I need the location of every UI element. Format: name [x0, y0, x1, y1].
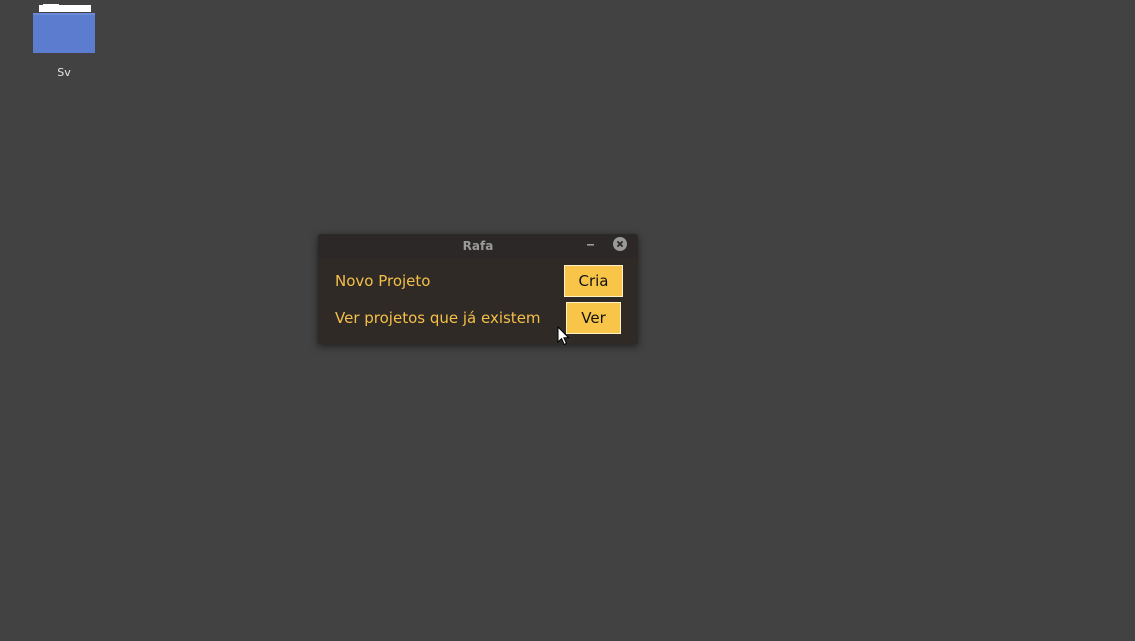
mouse-pointer-icon: [557, 326, 570, 346]
desktop-folder-sv[interactable]: Sv: [28, 2, 100, 84]
folder-icon: [33, 4, 95, 53]
close-icon[interactable]: [613, 237, 627, 251]
view-button[interactable]: Ver: [566, 302, 621, 334]
window-titlebar[interactable]: Rafa: [318, 234, 638, 258]
new-project-label: Novo Projeto: [335, 272, 431, 290]
minimize-icon[interactable]: [586, 237, 596, 251]
view-projects-label: Ver projetos que já existem: [335, 309, 541, 327]
desktop-folder-label: Sv: [57, 66, 71, 79]
create-button[interactable]: Cria: [564, 265, 623, 297]
desktop: Sv Rafa Novo Projeto Cria Ver projetos q…: [0, 0, 1135, 641]
app-window: Rafa Novo Projeto Cria Ver projetos que …: [318, 234, 638, 344]
